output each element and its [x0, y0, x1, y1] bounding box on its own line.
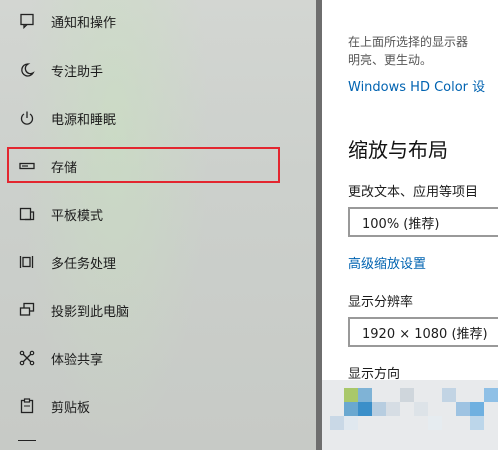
sidebar-item-label: 通知和操作: [51, 15, 117, 31]
moon-icon: [18, 61, 36, 79]
scale-dropdown[interactable]: 100% (推荐): [348, 207, 498, 237]
sidebar-item-shared-experiences[interactable]: 体验共享: [0, 334, 316, 382]
storage-highlight-box: [7, 147, 280, 183]
sidebar-item-focus-assist[interactable]: 专注助手: [0, 46, 316, 94]
windows-hd-color-link[interactable]: Windows HD Color 设: [348, 76, 485, 95]
sidebar-item-label: 投影到此电脑: [51, 304, 130, 320]
share-icon: [18, 349, 36, 367]
sidebar-item-label: 电源和睡眠: [51, 112, 117, 128]
resolution-dropdown[interactable]: 1920 × 1080 (推荐): [348, 317, 498, 347]
scale-label: 更改文本、应用等项目: [348, 185, 479, 200]
multitasking-icon: [18, 253, 36, 271]
sidebar-item-tablet-mode[interactable]: 平板模式: [0, 190, 316, 238]
power-icon: [18, 109, 36, 127]
sidebar-item-project-to-pc[interactable]: 投影到此电脑: [0, 286, 316, 334]
sidebar-item-label: 剪贴板: [51, 400, 91, 416]
scale-value: 100% (推荐): [362, 216, 440, 232]
sidebar-item-clipboard[interactable]: 剪贴板: [0, 382, 316, 430]
clipboard-icon: [18, 397, 36, 415]
resolution-value: 1920 × 1080 (推荐): [362, 326, 488, 342]
sidebar-item-label: 平板模式: [51, 208, 104, 224]
notification-icon: [18, 12, 36, 30]
tablet-icon: [18, 205, 36, 223]
sidebar-item-label: 体验共享: [51, 352, 104, 368]
next-item-icon: [18, 440, 36, 450]
sidebar-item-label: 专注助手: [51, 64, 104, 80]
resolution-label: 显示分辨率: [348, 295, 414, 310]
description-line: 在上面所选择的显示器: [348, 35, 469, 49]
sidebar-item-notifications[interactable]: 通知和操作: [0, 0, 316, 45]
blurred-mosaic-overlay: [322, 380, 498, 450]
sidebar-item-multitasking[interactable]: 多任务处理: [0, 238, 316, 286]
sidebar-item-label: 多任务处理: [51, 256, 117, 272]
description-line: 明亮、更生动。: [348, 53, 433, 67]
sidebar-item-power-sleep[interactable]: 电源和睡眠: [0, 94, 316, 142]
settings-sidebar: 通知和操作 专注助手 电源和睡眠 存储 平板模式 多任务处理 投影到此电脑 体验…: [0, 0, 322, 450]
projection-icon: [18, 301, 36, 319]
advanced-scaling-link[interactable]: 高级缩放设置: [348, 253, 426, 272]
scale-layout-heading: 缩放与布局: [348, 138, 448, 162]
hdr-description: 在上面所选择的显示器 明亮、更生动。: [348, 33, 468, 69]
